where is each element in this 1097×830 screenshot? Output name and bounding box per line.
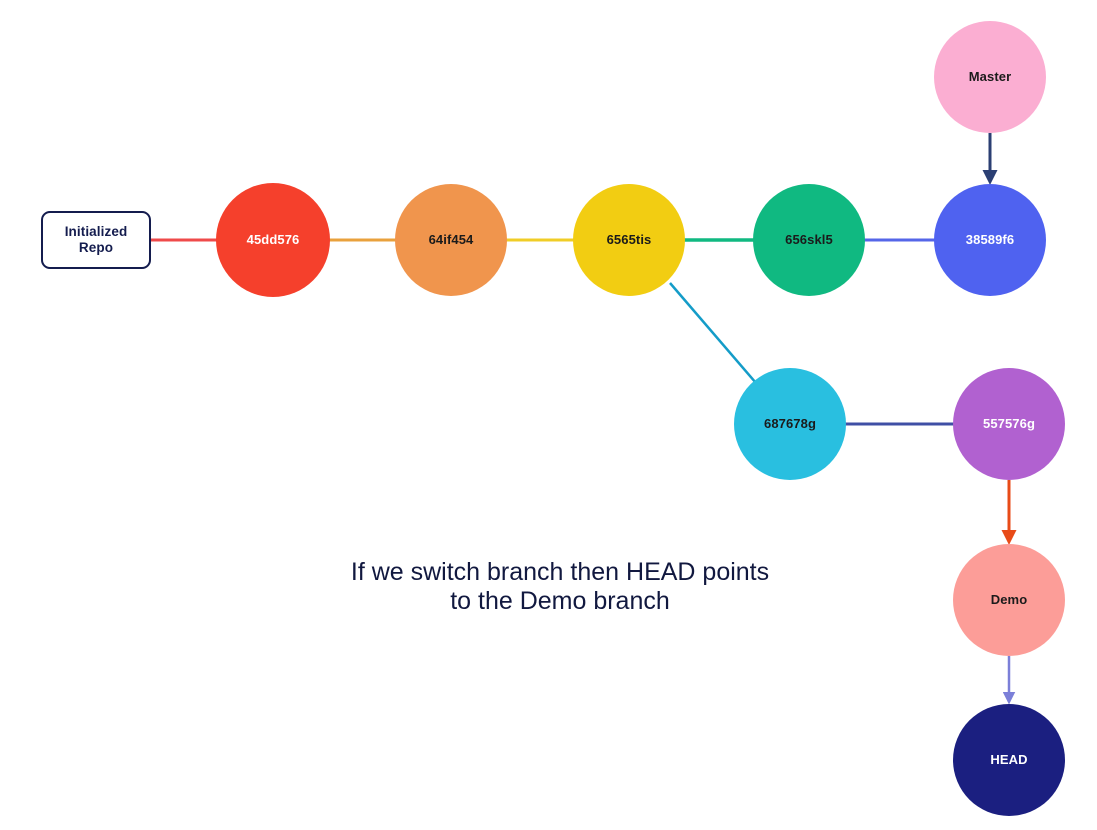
commit-node-656skl5-label: 656skl5 (785, 231, 833, 247)
commit-node-6565tis[interactable]: 6565tis (573, 184, 685, 296)
commit-node-687678g-label: 687678g (763, 415, 817, 431)
commit-node-557576g-label: 557576g (982, 415, 1036, 431)
commit-node-38589f6-label: 38589f6 (965, 231, 1015, 247)
branch-node-demo[interactable]: Demo (953, 544, 1065, 656)
diagram-caption: If we switch branch then HEAD points to … (350, 558, 770, 616)
git-branch-diagram: Initialized Repo 45dd576 64if454 6565tis 656… (0, 0, 1097, 830)
commit-node-557576g[interactable]: 557576g (953, 368, 1065, 480)
commit-node-45dd576-label: 45dd576 (246, 231, 300, 247)
commit-node-687678g[interactable]: 687678g (734, 368, 846, 480)
commit-node-45dd576[interactable]: 45dd576 (216, 183, 330, 297)
branch-node-master-label: Master (968, 68, 1012, 84)
commit-node-38589f6[interactable]: 38589f6 (934, 184, 1046, 296)
edge-layer (151, 133, 1017, 705)
edge-6565tis-to-687678g (669, 282, 763, 391)
commit-node-64if454-label: 64if454 (428, 231, 474, 247)
commit-node-656skl5[interactable]: 656skl5 (753, 184, 865, 296)
pointer-node-head-label: HEAD (990, 751, 1028, 767)
commit-node-6565tis-label: 6565tis (606, 231, 652, 247)
commit-node-64if454[interactable]: 64if454 (395, 184, 507, 296)
branch-node-demo-label: Demo (990, 591, 1028, 607)
branch-node-master[interactable]: Master (934, 21, 1046, 133)
pointer-node-head[interactable]: HEAD (953, 704, 1065, 816)
initialized-repo-box[interactable]: Initialized Repo (41, 211, 151, 269)
initialized-repo-box-label: Initialized Repo (64, 224, 128, 255)
